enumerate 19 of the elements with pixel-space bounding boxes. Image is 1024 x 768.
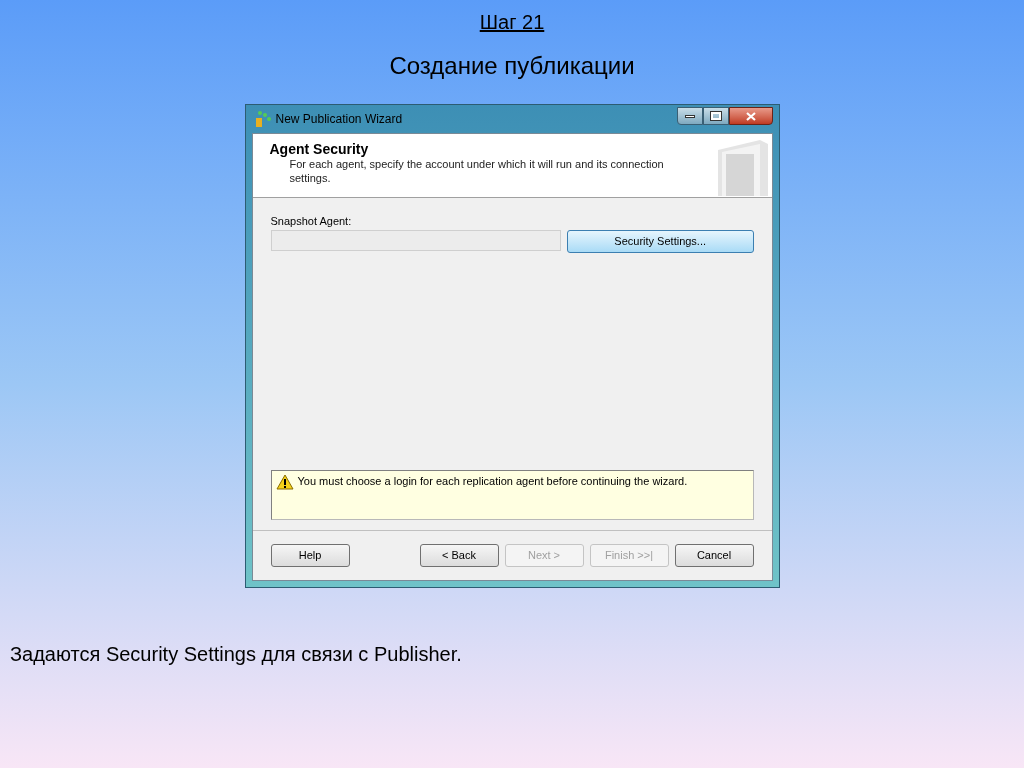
close-icon	[745, 111, 756, 121]
snapshot-agent-field[interactable]	[270, 230, 561, 251]
page-title: Agent Security	[269, 141, 370, 157]
maximize-button[interactable]	[702, 107, 729, 125]
close-button[interactable]	[728, 107, 773, 125]
wizard-button[interactable]: Cancel	[674, 544, 754, 567]
minimize-button[interactable]	[676, 107, 703, 125]
slide-title: Создание публикации	[389, 51, 635, 81]
security-settings-button[interactable]: Security Settings...	[566, 230, 754, 253]
snapshot-agent-label: Snapshot Agent:	[270, 214, 353, 228]
window-title: New Publication Wizard	[275, 111, 403, 128]
warning-message: You must choose a login for each replication agent before continuing the wizard.	[297, 474, 688, 488]
wizard-button[interactable]: Help	[270, 544, 350, 567]
slide-caption: Задаются Security Settings для связи с Publisher.	[10, 642, 462, 667]
warning-icon	[275, 474, 294, 490]
wizard-icon	[253, 110, 272, 128]
wizard-button[interactable]: < Back	[419, 544, 499, 567]
slide-step-heading: Шаг 21	[479, 10, 545, 35]
page-description: For each agent, specify the account under which it will run and its connection settings.	[289, 157, 665, 185]
